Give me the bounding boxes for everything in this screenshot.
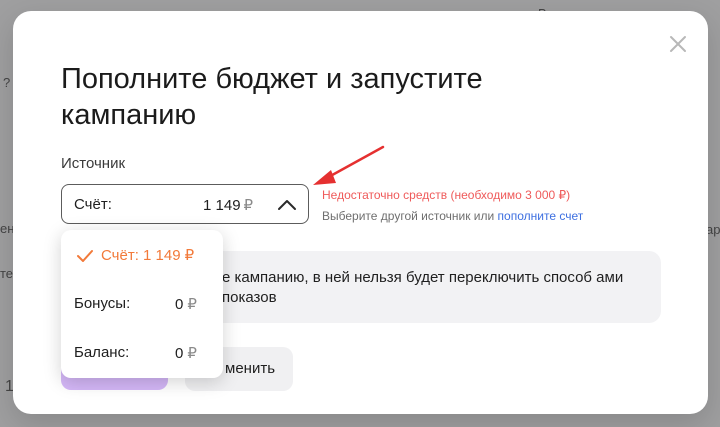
dropdown-item-account[interactable]: Счёт: 1 149 ₽ — [61, 231, 223, 279]
currency-sign: ₽ — [243, 197, 254, 214]
top-up-link[interactable]: пополните счет — [498, 209, 584, 223]
dropdown-item-label: Баланс: — [74, 344, 130, 361]
currency-sign: ₽ — [187, 345, 197, 362]
close-button[interactable] — [665, 31, 691, 57]
dropdown-item-value: 0 ₽ — [175, 345, 197, 362]
cancel-button-label: менить — [225, 360, 276, 377]
info-text: е кампанию, в ней нельзя будет переключи… — [222, 269, 624, 306]
chevron-up-icon — [278, 200, 296, 210]
dropdown-item-bonuses[interactable]: Бонусы: 0 ₽ — [61, 280, 223, 328]
select-source-name: Счёт: — [74, 196, 112, 213]
dropdown-item-label: Бонусы: — [74, 295, 131, 312]
source-label: Источник — [61, 155, 126, 172]
dropdown-item-label: Счёт: 1 149 ₽ — [101, 247, 195, 264]
dropdown-item-value: 0 ₽ — [175, 296, 197, 313]
modal-title: Пополните бюджет и запустите кампанию — [61, 63, 483, 131]
select-amount: 1 149 ₽ — [203, 197, 254, 214]
annotation-arrow-icon — [313, 145, 385, 185]
check-icon — [77, 250, 93, 262]
currency-sign: ₽ — [184, 247, 195, 264]
close-icon — [670, 36, 686, 52]
dropdown-item-balance[interactable]: Баланс: 0 ₽ — [61, 329, 223, 377]
source-dropdown: Счёт: 1 149 ₽ Бонусы: 0 ₽ Баланс: 0 ₽ — [61, 230, 223, 378]
source-hint: Выберите другой источник или пополните с… — [322, 209, 584, 223]
currency-sign: ₽ — [187, 296, 197, 313]
source-select[interactable]: Счёт: 1 149 ₽ — [61, 184, 309, 224]
